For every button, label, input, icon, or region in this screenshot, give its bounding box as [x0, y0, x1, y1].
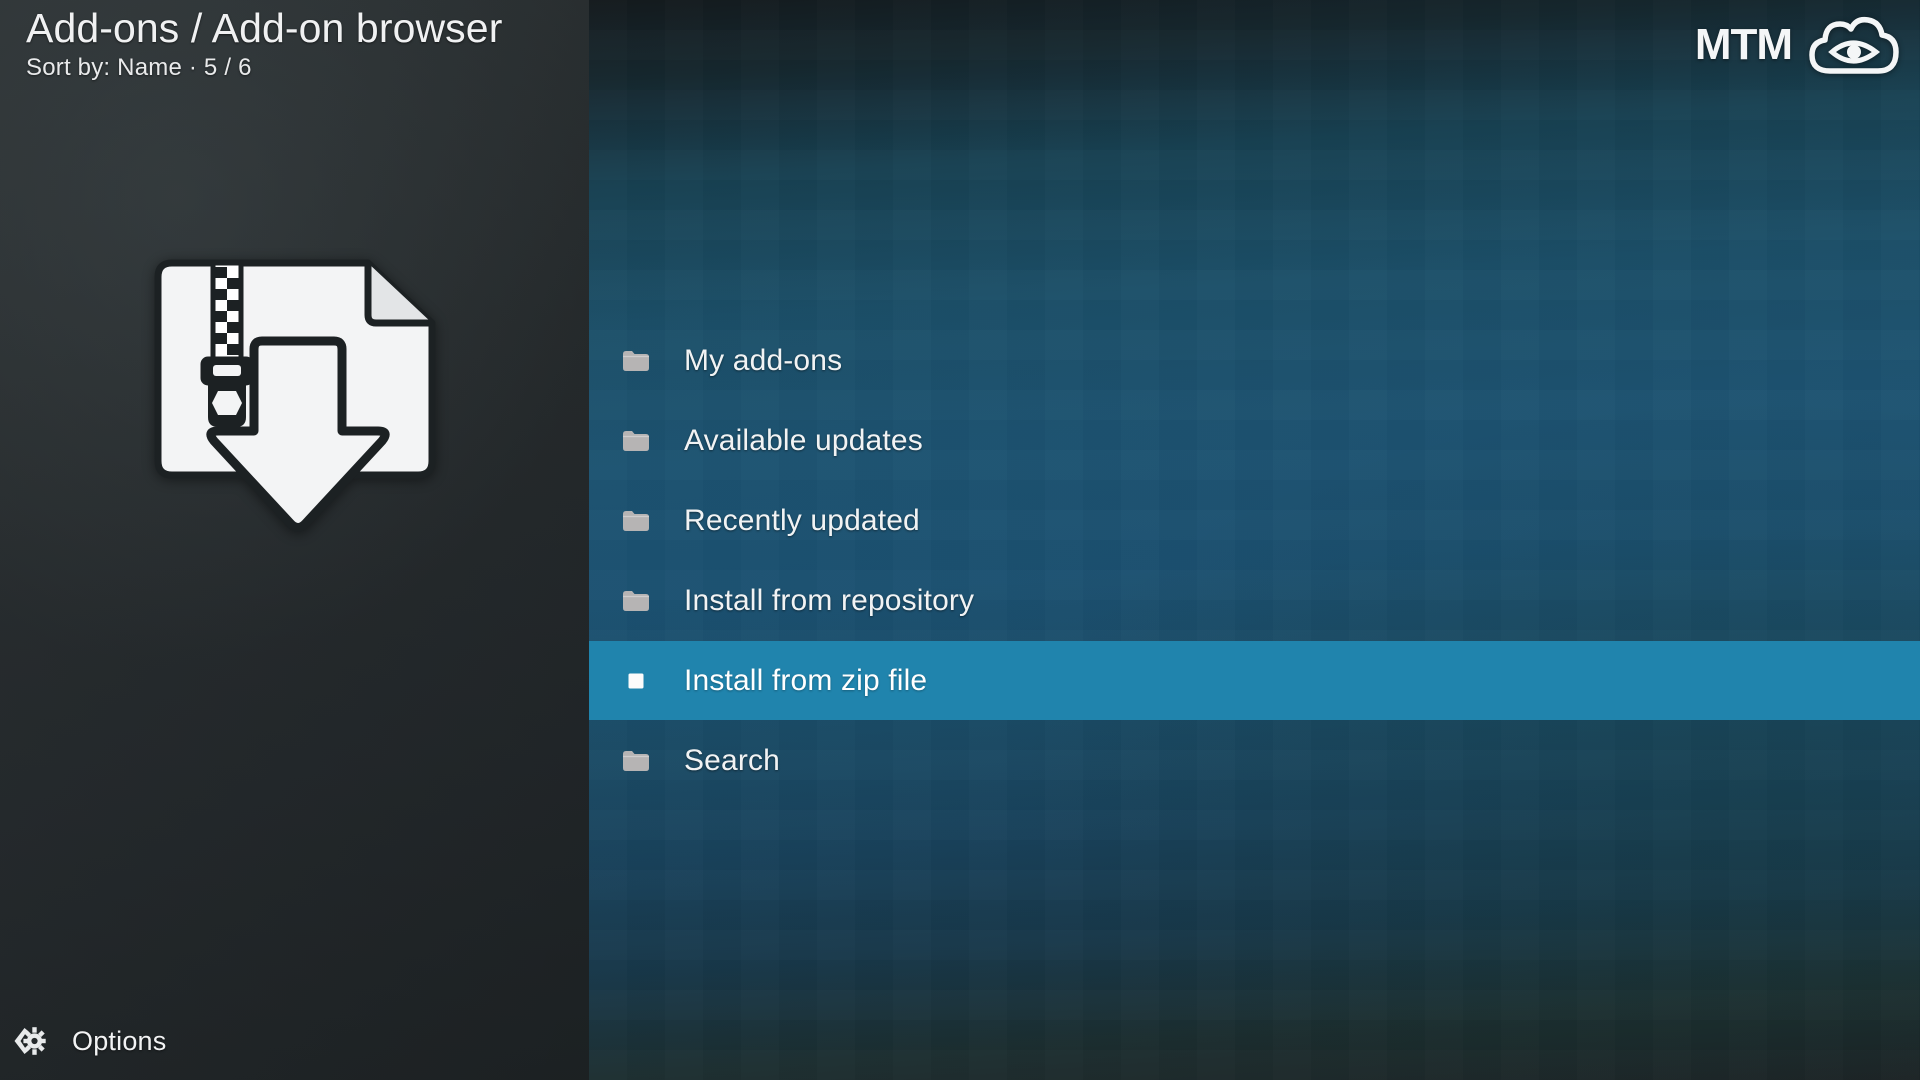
- mtm-logo: MTM: [1695, 14, 1902, 76]
- menu-item-install-from-zip-file[interactable]: Install from zip file: [589, 641, 1920, 720]
- chevron-gear-icon: [10, 1023, 46, 1059]
- page-subtitle-sort-info: Sort by: Name · 5 / 6: [26, 53, 252, 81]
- kodi-addon-browser-screen: Add-ons / Add-on browser Sort by: Name ·…: [0, 0, 1920, 1080]
- menu-item-label: Install from zip file: [684, 663, 928, 697]
- header-block: Add-ons / Add-on browser Sort by: Name ·…: [26, 5, 503, 82]
- options-label: Options: [72, 1025, 167, 1056]
- folder-icon: [619, 430, 653, 452]
- zip-file-download-icon: [150, 255, 440, 535]
- menu-item-label: Install from repository: [684, 583, 975, 617]
- menu-item-my-add-ons[interactable]: My add-ons: [589, 321, 1920, 400]
- menu-item-label: Search: [684, 743, 780, 777]
- content-panel: MTM My add-ons Available updates Recentl…: [589, 0, 1920, 1080]
- addon-browser-menu-list: My add-ons Available updates Recently up…: [589, 0, 1920, 1080]
- folder-icon: [619, 350, 653, 372]
- options-button[interactable]: Options: [0, 1002, 589, 1080]
- logo-text: MTM: [1694, 20, 1793, 69]
- page-title: Add-ons / Add-on browser: [26, 5, 503, 51]
- menu-item-recently-updated[interactable]: Recently updated: [589, 481, 1920, 560]
- menu-item-label: Recently updated: [684, 503, 920, 537]
- menu-item-label: My add-ons: [684, 343, 843, 377]
- menu-item-install-from-repository[interactable]: Install from repository: [589, 561, 1920, 640]
- cloud-eye-icon: [1806, 14, 1902, 76]
- file-icon: [619, 672, 653, 690]
- folder-icon: [619, 510, 653, 532]
- menu-item-available-updates[interactable]: Available updates: [589, 401, 1920, 480]
- menu-item-search[interactable]: Search: [589, 721, 1920, 800]
- menu-item-label: Available updates: [684, 423, 923, 457]
- folder-icon: [619, 750, 653, 772]
- folder-icon: [619, 590, 653, 612]
- left-info-panel: Add-ons / Add-on browser Sort by: Name ·…: [0, 0, 589, 1080]
